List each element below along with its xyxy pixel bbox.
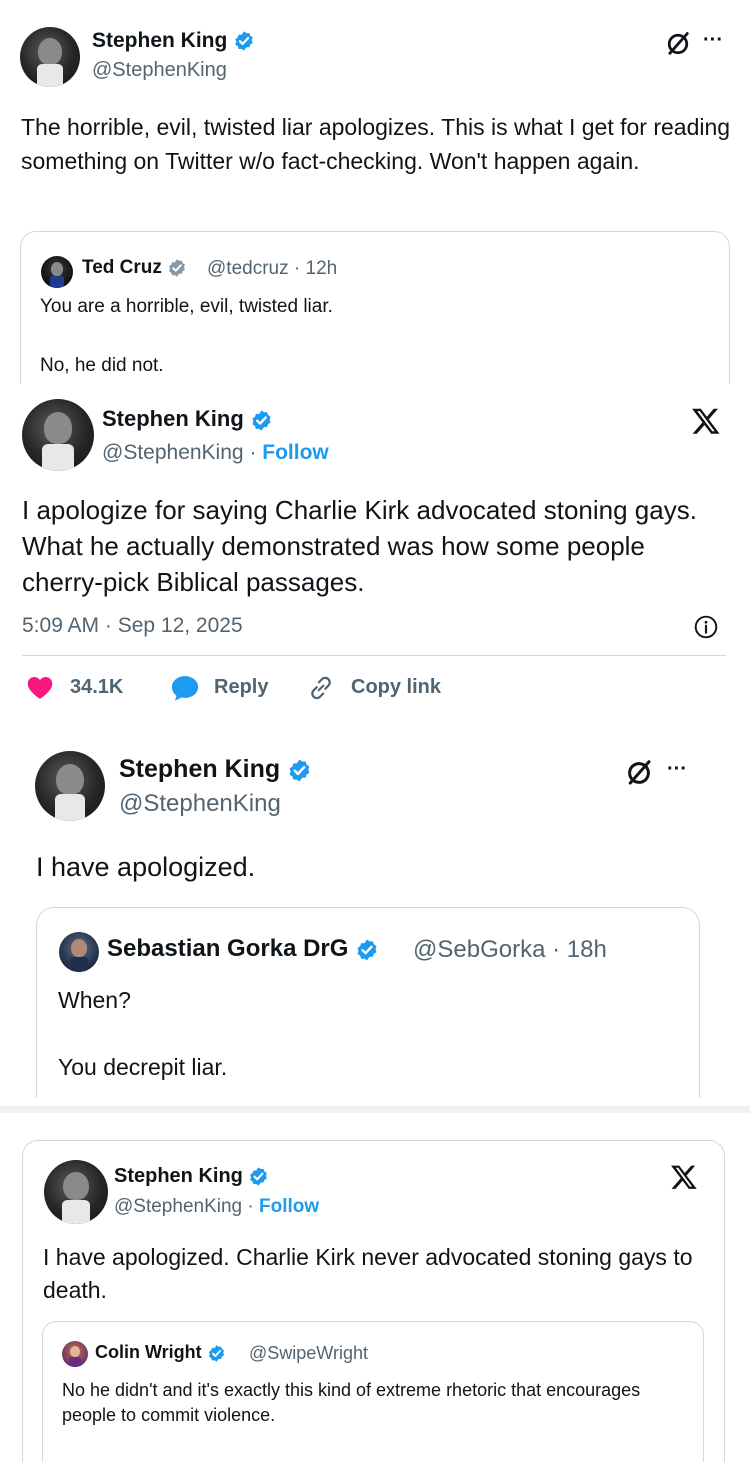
verified-badge-icon	[289, 759, 310, 782]
verified-badge-icon	[252, 410, 271, 431]
quoted-tweet[interactable]: Sebastian Gorka DrG @SebGorka · 18h When…	[36, 907, 700, 1098]
quote-author-handle: @tedcruz · 12h	[207, 258, 338, 279]
panel-separator	[0, 1106, 750, 1113]
author-name[interactable]: Stephen King	[119, 755, 312, 784]
verified-badge-icon	[169, 259, 186, 277]
quote-author-handle: @SwipeWright	[249, 1343, 368, 1363]
avatar[interactable]	[44, 1160, 108, 1224]
like-count[interactable]: 34.1K	[70, 676, 123, 699]
tweet-panel-1: Stephen King @StephenKing ··· The horrib…	[0, 0, 750, 384]
avatar	[59, 932, 99, 972]
author-handle[interactable]: @StephenKing	[92, 59, 227, 82]
x-logo-icon[interactable]	[669, 1163, 699, 1191]
quote-time: · 18h	[552, 936, 607, 963]
more-icon[interactable]: ···	[703, 29, 723, 52]
tweet-panel-4: Stephen King @StephenKing · Follow I hav…	[22, 1140, 725, 1462]
author-name[interactable]: Stephen King	[114, 1165, 269, 1188]
tweet-text: I have apologized.	[36, 852, 256, 882]
separator: ·	[247, 1196, 254, 1217]
timestamp[interactable]: 5:09 AM · Sep 12, 2025	[22, 614, 243, 638]
verified-badge-icon	[208, 1344, 224, 1362]
follow-button[interactable]: Follow	[259, 1196, 319, 1217]
tweet-text: The horrible, evil, twisted liar apologi…	[21, 114, 731, 174]
grok-icon[interactable]	[624, 758, 654, 788]
verified-badge-icon	[357, 939, 377, 961]
avatar	[41, 256, 73, 288]
verified-badge-icon	[250, 1167, 268, 1186]
more-icon[interactable]: ···	[667, 758, 687, 781]
author-handle[interactable]: @StephenKing	[119, 790, 281, 818]
author-handle[interactable]: @StephenKing	[102, 441, 244, 464]
tweet-panel-2: Stephen King @StephenKing · Follow I apo…	[0, 384, 750, 726]
quote-time: · 12h	[293, 258, 338, 279]
tweet-panel-3: Stephen King @StephenKing ··· I have apo…	[0, 726, 750, 1098]
quote-author-name: Colin Wright	[95, 1342, 226, 1363]
quote-text-line2: No, he did not.	[40, 355, 164, 376]
quote-text-line1: You are a horrible, evil, twisted liar.	[40, 296, 333, 317]
copy-link-label[interactable]: Copy link	[351, 676, 441, 699]
divider	[22, 655, 726, 656]
verified-badge-icon	[235, 31, 253, 52]
avatar[interactable]	[20, 27, 80, 87]
avatar[interactable]	[35, 751, 105, 821]
reply-label[interactable]: Reply	[214, 676, 268, 699]
quote-author-name: Ted Cruz	[82, 257, 187, 279]
author-name[interactable]: Stephen King	[102, 406, 273, 432]
quote-text-line2: You decrepit liar.	[58, 1054, 228, 1080]
quoted-tweet[interactable]: Ted Cruz @tedcruz · 12h You are a horrib…	[20, 231, 730, 384]
author-handle[interactable]: @StephenKing	[114, 1196, 242, 1217]
author-handle-row: @StephenKing · Follow	[102, 441, 329, 465]
grok-icon[interactable]	[664, 30, 692, 58]
separator: ·	[249, 441, 257, 464]
quote-text: No he didn't and it's exactly this kind …	[62, 1380, 641, 1425]
tweet-text: I have apologized. Charlie Kirk never ad…	[43, 1244, 693, 1303]
heart-icon[interactable]	[26, 674, 54, 700]
author-handle-row: @StephenKing · Follow	[114, 1196, 319, 1218]
info-icon[interactable]	[693, 614, 719, 640]
avatar	[62, 1341, 88, 1367]
quote-text-line1: When?	[58, 987, 131, 1013]
follow-button[interactable]: Follow	[262, 441, 329, 464]
quote-author-handle: @SebGorka · 18h	[413, 936, 607, 963]
quote-author-name: Sebastian Gorka DrG	[107, 935, 379, 963]
tweet-text: I apologize for saying Charlie Kirk advo…	[22, 495, 697, 597]
link-icon[interactable]	[306, 673, 336, 703]
quoted-tweet[interactable]: Colin Wright @SwipeWright No he didn't a…	[42, 1321, 704, 1462]
avatar[interactable]	[22, 399, 94, 471]
x-logo-icon[interactable]	[690, 406, 722, 436]
reply-bubble-icon[interactable]	[170, 674, 200, 702]
author-name[interactable]: Stephen King	[92, 29, 255, 53]
